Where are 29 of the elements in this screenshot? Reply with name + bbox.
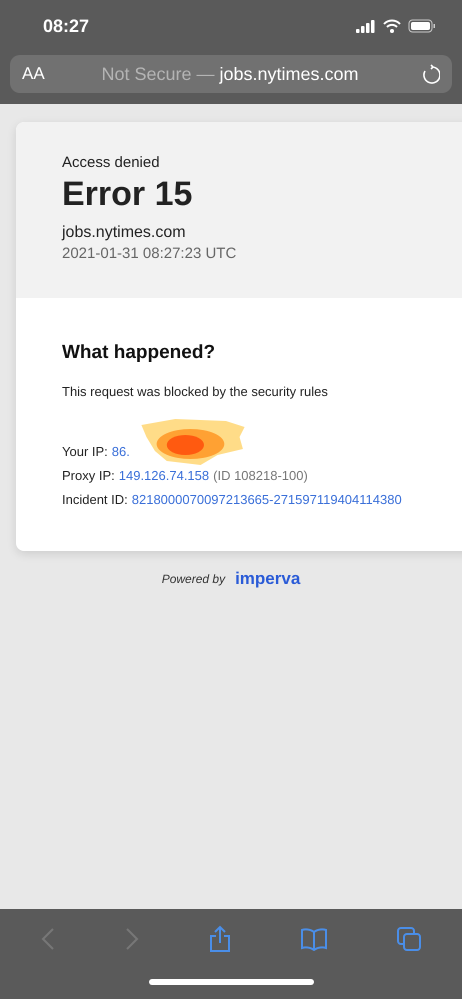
forward-icon xyxy=(124,927,140,951)
clock: 08:27 xyxy=(43,16,90,36)
powered-by-label: Powered by xyxy=(162,572,226,586)
battery-icon xyxy=(408,19,436,33)
timestamp: 2021-01-31 08:27:23 UTC xyxy=(62,245,238,262)
book-icon xyxy=(300,927,328,951)
message: This request was blocked by the security rules xyxy=(62,384,329,399)
wifi-icon xyxy=(383,19,401,33)
section-title: What happened? xyxy=(62,342,216,364)
text-size-button[interactable]: AA xyxy=(22,64,62,84)
url-text: jobs.nytimes.com xyxy=(220,64,359,84)
security-label: Not Secure — xyxy=(101,64,214,84)
site-name: jobs.nytimes.com xyxy=(62,224,187,242)
detail-label: Proxy IP: xyxy=(62,468,115,482)
reload-icon[interactable] xyxy=(422,64,440,84)
share-icon xyxy=(208,925,232,953)
address-bar[interactable]: AA Not Secure — jobs.nytimes.com xyxy=(10,55,452,93)
detail-value: 149.126.74.158 xyxy=(118,468,210,482)
detail-value: 8218000070097213665-271597119404114380 xyxy=(132,492,402,506)
error-code: Error 15 xyxy=(62,175,194,214)
signal-icon xyxy=(356,20,376,32)
detail-label: Your IP: xyxy=(62,444,108,458)
detail-value: 86. xyxy=(112,444,130,458)
tabs-icon xyxy=(396,926,422,952)
detail-label: Incident ID: xyxy=(62,492,128,506)
error-heading: Access denied xyxy=(62,154,161,171)
detail-note: (ID 108218-100) xyxy=(213,468,308,482)
brand-logo: imperva xyxy=(235,569,300,589)
back-icon xyxy=(40,927,56,951)
